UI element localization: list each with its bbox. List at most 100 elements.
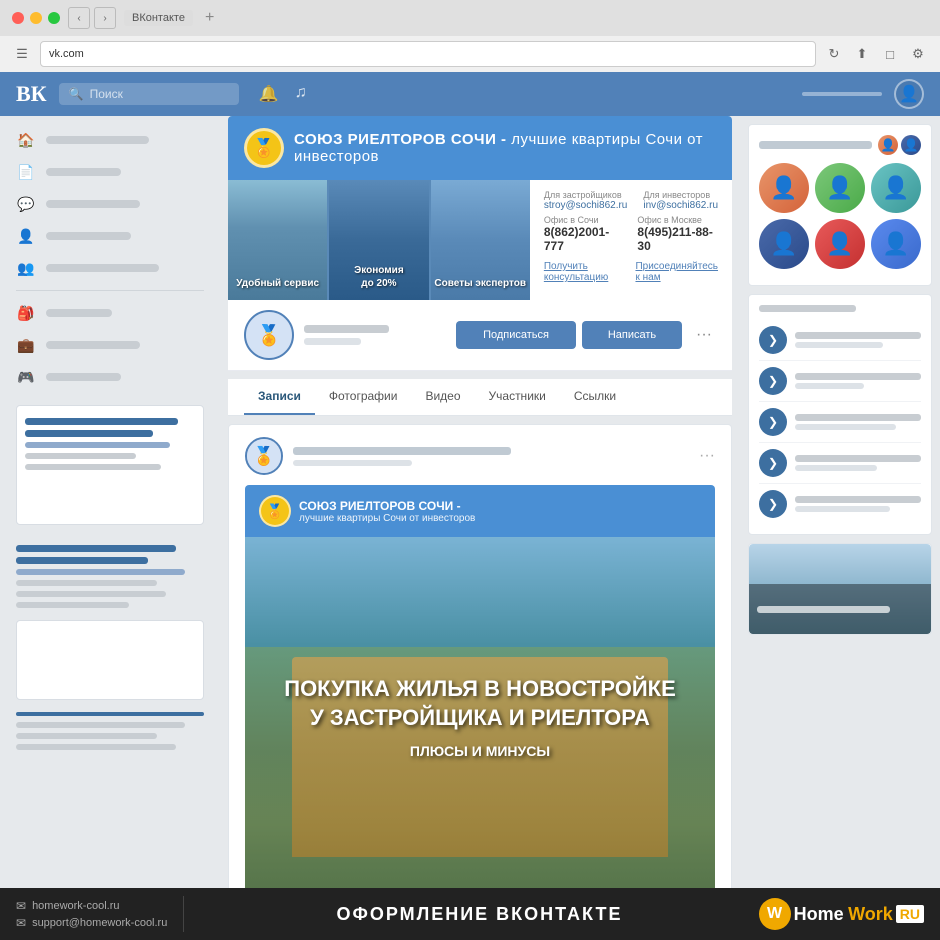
avatar-1[interactable]: 👤 — [759, 163, 809, 213]
right-ad-widget[interactable] — [748, 543, 932, 635]
close-button[interactable] — [12, 12, 24, 24]
shared-text: СОЮЗ РИЕЛТОРОВ СОЧИ - лучшие квартиры Со… — [299, 499, 475, 524]
ad-line — [25, 430, 153, 437]
vk-topnav: ВК 🔍 🔔 ♫ 👤 — [0, 72, 940, 116]
sidebar-label — [46, 373, 121, 381]
list-icon[interactable]: ☰ — [12, 44, 32, 64]
tab-links[interactable]: Ссылки — [560, 379, 630, 415]
widget-icons: 👤 👤 — [878, 135, 921, 155]
tab-video[interactable]: Видео — [411, 379, 474, 415]
sidebar-bar — [16, 602, 129, 608]
sidebar-item-home[interactable]: 🏠 — [16, 124, 204, 156]
browser-chrome: ‹ › ВКонтакте + ☰ ↻ ⬆ □ ⚙ — [0, 0, 940, 72]
subscribe-button[interactable]: Подписаться — [456, 321, 576, 349]
forward-button[interactable]: › — [94, 7, 116, 29]
contact-label-2: Для инвесторов — [643, 190, 718, 200]
ad-line — [25, 464, 161, 470]
sidebar-item-games[interactable]: 🎮 — [16, 361, 204, 393]
url-input[interactable] — [49, 48, 807, 60]
widget-header: 👤 👤 — [759, 135, 921, 155]
contact-email-1: stroy@sochi862.ru — [544, 200, 628, 211]
tab-label[interactable]: ВКонтакте — [124, 10, 193, 26]
market-icon: 💼 — [16, 335, 36, 355]
minimize-button[interactable] — [30, 12, 42, 24]
sidebar-label — [46, 168, 121, 176]
list-widget: ❯ ❯ — [748, 294, 932, 535]
sidebar-item-friends[interactable]: 👥 — [16, 252, 204, 284]
tab-photos[interactable]: Фотографии — [315, 379, 412, 415]
bookmark-icon[interactable]: □ — [880, 44, 900, 64]
ad-text-bar — [757, 606, 890, 613]
hw-logo-text: Home Work — [794, 904, 893, 925]
list-item-bars — [795, 496, 921, 512]
chevron-down-icon: ❯ — [768, 415, 778, 429]
list-item-4[interactable]: ❯ — [759, 443, 921, 484]
list-item-bars — [795, 455, 921, 471]
tab-posts[interactable]: Записи — [244, 379, 315, 415]
list-item-2[interactable]: ❯ — [759, 361, 921, 402]
contact-col-phone: Офис в Сочи 8(862)2001-777 — [544, 215, 622, 253]
sidebar-item-messages[interactable]: 💬 — [16, 188, 204, 220]
group-menu-dots[interactable]: ··· — [692, 326, 716, 344]
vk-main: 🏠 📄 💬 👤 👥 — [0, 116, 940, 888]
list-icon-5: ❯ — [759, 490, 787, 518]
list-icon-2: ❯ — [759, 367, 787, 395]
cover-label-3: Советы экспертов — [434, 277, 526, 290]
list-icon-1: ❯ — [759, 326, 787, 354]
message-button[interactable]: Написать — [582, 321, 682, 349]
shared-banner: 🏅 СОЮЗ РИЕЛТОРОВ СОЧИ - лучшие квартиры … — [245, 485, 715, 537]
settings-icon[interactable]: ⚙ — [908, 44, 928, 64]
right-ad-image — [749, 544, 931, 634]
notifications-icon[interactable]: 🔔 — [259, 84, 279, 104]
join-link[interactable]: Присоединяйтесь к нам — [635, 261, 718, 283]
sidebar-label — [46, 264, 159, 272]
group-info-bar: 🏅 Подписаться Написать ··· — [228, 300, 732, 371]
list-icon-4: ❯ — [759, 449, 787, 477]
post-name-bar — [293, 447, 511, 455]
consult-link[interactable]: Получить консультацию — [544, 261, 620, 283]
avatar-4[interactable]: 👤 — [759, 219, 809, 269]
sidebar-item-groups[interactable]: 🎒 — [16, 297, 204, 329]
sidebar-label — [46, 309, 112, 317]
sidebar-label — [46, 136, 149, 144]
tab-members[interactable]: Участники — [475, 379, 560, 415]
post-time-bar — [293, 460, 412, 466]
contact-label-sochi: Офис в Сочи — [544, 215, 622, 225]
list-item-1[interactable]: ❯ — [759, 320, 921, 361]
vk-logo[interactable]: ВК — [16, 81, 47, 107]
sidebar-label — [46, 341, 140, 349]
list-icon-3: ❯ — [759, 408, 787, 436]
footer-contact-info: ✉ homework-cool.ru ✉ support@homework-co… — [16, 899, 167, 930]
sidebar-bar — [16, 733, 157, 739]
list-item-5[interactable]: ❯ — [759, 484, 921, 524]
search-input[interactable] — [90, 87, 210, 101]
avatar-2[interactable]: 👤 — [815, 163, 865, 213]
user-avatar-nav[interactable]: 👤 — [894, 79, 924, 109]
chevron-down-icon: ❯ — [768, 333, 778, 347]
list-item-3[interactable]: ❯ — [759, 402, 921, 443]
widget-icon-1: 👤 — [878, 135, 898, 155]
post-card: 🏅 ··· 🏅 СОЮЗ РИЕЛТОРОВ СОЧИ - лучшие ква… — [228, 424, 732, 888]
avatar-5[interactable]: 👤 — [815, 219, 865, 269]
sidebar-item-market[interactable]: 💼 — [16, 329, 204, 361]
new-tab-button[interactable]: + — [205, 9, 214, 27]
search-bar: 🔍 — [59, 83, 239, 105]
music-icon[interactable]: ♫ — [295, 84, 307, 104]
footer-email-1: ✉ homework-cool.ru — [16, 899, 167, 913]
refresh-icon[interactable]: ↻ — [824, 44, 844, 64]
hw-text-work: Work — [848, 904, 893, 924]
avatar-6[interactable]: 👤 — [871, 219, 921, 269]
share-icon[interactable]: ⬆ — [852, 44, 872, 64]
post-menu-dots[interactable]: ··· — [699, 447, 715, 465]
sidebar-item-news[interactable]: 📄 — [16, 156, 204, 188]
contact-phone-moscow: 8(495)211-88-30 — [637, 225, 718, 253]
envelope-icon-2: ✉ — [16, 916, 26, 930]
maximize-button[interactable] — [48, 12, 60, 24]
sidebar-bar — [16, 722, 185, 728]
profile-icon: 👤 — [16, 226, 36, 246]
sidebar-bar — [16, 591, 166, 597]
avatar-3[interactable]: 👤 — [871, 163, 921, 213]
sidebar-item-profile[interactable]: 👤 — [16, 220, 204, 252]
sidebar-menu: 🏠 📄 💬 👤 👥 — [0, 124, 220, 393]
back-button[interactable]: ‹ — [68, 7, 90, 29]
